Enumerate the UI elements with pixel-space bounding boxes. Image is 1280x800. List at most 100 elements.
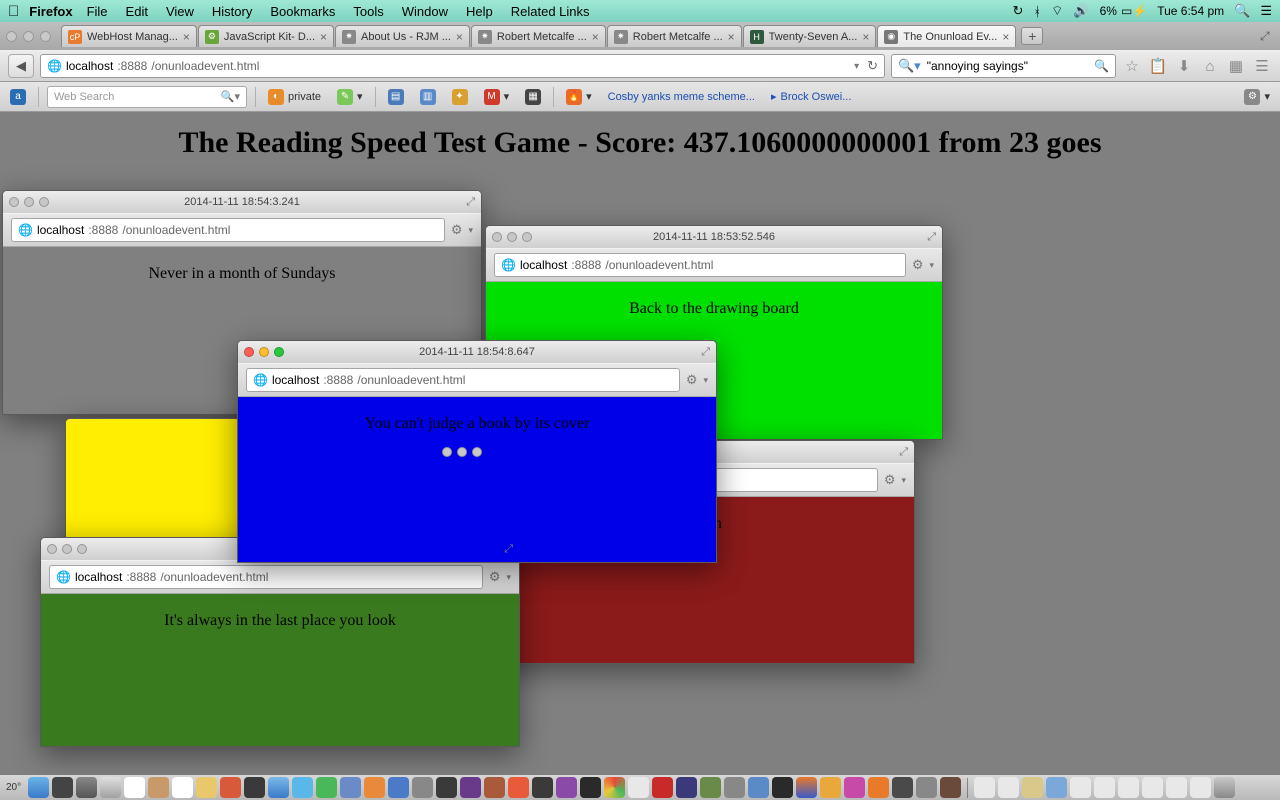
dock-app-14[interactable] <box>748 777 769 798</box>
popup-expand-icon[interactable]: ⤢ <box>927 231 936 244</box>
menu-bookmarks[interactable]: Bookmarks <box>270 4 335 19</box>
popup-traffic-lights[interactable] <box>492 232 532 242</box>
dock-folder-9[interactable] <box>1166 777 1187 798</box>
fullscreen-icon[interactable]: ⤢ <box>1260 29 1274 43</box>
dock-app-15[interactable] <box>772 777 793 798</box>
new-tab-button[interactable]: + <box>1021 27 1043 45</box>
dock-facetime-icon[interactable] <box>316 777 337 798</box>
dock-folder-2[interactable] <box>998 777 1019 798</box>
tab-close-icon[interactable]: × <box>320 30 327 44</box>
popup-titlebar[interactable]: 2014-11-11 18:53:52.546⤢ <box>486 226 942 248</box>
tab-close-icon[interactable]: × <box>1002 30 1009 44</box>
timemachine-icon[interactable]: ↻ <box>1012 3 1023 19</box>
dock-chrome-icon[interactable] <box>604 777 625 798</box>
popup-expand-icon[interactable]: ⤢ <box>899 446 908 459</box>
tab-5[interactable]: HTwenty-Seven A...× <box>743 25 877 47</box>
amazon-bookmark[interactable]: a <box>6 87 30 107</box>
dock-launchpad-icon[interactable] <box>76 777 97 798</box>
clipboard-icon[interactable]: 📋 <box>1148 56 1168 76</box>
dock-trash-icon[interactable] <box>1214 777 1235 798</box>
dock-app-4[interactable] <box>436 777 457 798</box>
news-link-2[interactable]: ▸ Brock Oswei... <box>767 88 855 105</box>
popup-url-bar[interactable]: 🌐localhost:8888/onunloadevent.html <box>49 565 483 589</box>
tab-4[interactable]: ✷Robert Metcalfe ...× <box>607 25 742 47</box>
dropdown-icon[interactable]: ▾ <box>703 375 708 386</box>
dock-mail-icon[interactable] <box>100 777 121 798</box>
popup-traffic-lights[interactable] <box>244 347 284 357</box>
tab-2[interactable]: ✷About Us - RJM ...× <box>335 25 470 47</box>
popup-window[interactable]: ⤢🌐localhost:8888/onunloadevent.html⚙▾It'… <box>40 537 520 747</box>
dropdown-icon[interactable]: ▾ <box>929 260 934 271</box>
battery-status[interactable]: 6%▭⚡ <box>1100 4 1148 18</box>
dock-app-1[interactable] <box>220 777 241 798</box>
menu-edit[interactable]: Edit <box>126 4 148 19</box>
popup-titlebar[interactable]: 2014-11-11 18:54:8.647⤢ <box>238 341 716 363</box>
addon-icon[interactable]: ▦ <box>1226 56 1246 76</box>
dock-folder-6[interactable] <box>1094 777 1115 798</box>
menu-view[interactable]: View <box>166 4 194 19</box>
app-name[interactable]: Firefox <box>29 4 72 19</box>
dock-contacts-icon[interactable] <box>148 777 169 798</box>
dock-calendar-icon[interactable] <box>124 777 145 798</box>
dock-vlc-icon[interactable] <box>868 777 889 798</box>
dock-app-19[interactable] <box>916 777 937 798</box>
menu-history[interactable]: History <box>212 4 252 19</box>
reload-button[interactable]: ↻ <box>867 58 878 74</box>
dock-ibooks-icon[interactable] <box>364 777 385 798</box>
dock-appstore-icon[interactable] <box>388 777 409 798</box>
downloads-icon[interactable]: ⬇ <box>1174 56 1194 76</box>
dock-app-16[interactable] <box>820 777 841 798</box>
volume-icon[interactable]: 🔊 <box>1073 3 1089 19</box>
dock-folder-5[interactable] <box>1070 777 1091 798</box>
tab-0[interactable]: cPWebHost Manag...× <box>61 25 197 47</box>
dock-folder-1[interactable] <box>974 777 995 798</box>
url-bar[interactable]: 🌐 localhost:8888/onunloadevent.html ▾ ↻ <box>40 54 885 78</box>
dock-app-2[interactable] <box>244 777 265 798</box>
bookmark-icon-1[interactable]: ▤ <box>384 87 408 107</box>
dock-opera-icon[interactable] <box>652 777 673 798</box>
popup-traffic-lights[interactable] <box>9 197 49 207</box>
menu-file[interactable]: File <box>87 4 108 19</box>
bookmark-icon-4[interactable]: ▦ <box>521 87 545 107</box>
tab-3[interactable]: ✷Robert Metcalfe ...× <box>471 25 606 47</box>
popup-expand-icon[interactable]: ⤢ <box>504 543 513 556</box>
dock-folder-7[interactable] <box>1118 777 1139 798</box>
private-browsing-toggle[interactable]: ◐private <box>264 87 325 107</box>
tab-close-icon[interactable]: × <box>183 30 190 44</box>
tab-6[interactable]: ◉The Onunload Ev...× <box>877 25 1016 47</box>
search-bar[interactable]: 🔍▾ "annoying sayings" 🔍 <box>891 54 1116 78</box>
window-traffic-lights[interactable] <box>6 31 51 42</box>
dock-app-12[interactable] <box>700 777 721 798</box>
dock-reminders-icon[interactable] <box>172 777 193 798</box>
spotlight-icon[interactable]: 🔍 <box>1234 3 1250 19</box>
clock[interactable]: Tue 6:54 pm <box>1157 4 1224 18</box>
home-icon[interactable]: ⌂ <box>1200 56 1220 76</box>
popup-url-bar[interactable]: 🌐localhost:8888/onunloadevent.html <box>11 218 445 242</box>
tab-close-icon[interactable]: × <box>728 30 735 44</box>
dropdown-icon[interactable]: ▾ <box>506 572 511 583</box>
plugin-icon[interactable]: ⚙ <box>884 472 896 488</box>
dock-app-20[interactable] <box>940 777 961 798</box>
dock-app-3[interactable] <box>412 777 433 798</box>
dock-app-18[interactable] <box>892 777 913 798</box>
dock-notes-icon[interactable] <box>196 777 217 798</box>
dock-app-8[interactable] <box>532 777 553 798</box>
dropdown-icon[interactable]: ▾ <box>468 225 473 236</box>
web-search-field[interactable]: Web Search 🔍▾ <box>47 86 247 108</box>
colorpicker-icon[interactable]: ✎▾ <box>333 87 367 107</box>
bluetooth-icon[interactable]: ᚼ <box>1033 4 1041 19</box>
gear-icon[interactable]: ⚙▾ <box>1240 87 1274 107</box>
menu-window[interactable]: Window <box>402 4 448 19</box>
popup-traffic-lights[interactable] <box>442 447 482 457</box>
gmail-icon[interactable]: M▾ <box>480 87 514 107</box>
search-dropdown-icon[interactable]: 🔍▾ <box>221 90 240 103</box>
dock-folder-3[interactable] <box>1022 777 1043 798</box>
dock-app-10[interactable] <box>628 777 649 798</box>
bookmark-icon-3[interactable]: ✦ <box>448 87 472 107</box>
dock-app-7[interactable] <box>508 777 529 798</box>
dock-app-6[interactable] <box>484 777 505 798</box>
hamburger-menu-icon[interactable]: ☰ <box>1252 56 1272 76</box>
dock-dashboard-icon[interactable] <box>52 777 73 798</box>
popup-titlebar[interactable]: 2014-11-11 18:54:3.241⤢ <box>3 191 481 213</box>
dock-folder-8[interactable] <box>1142 777 1163 798</box>
